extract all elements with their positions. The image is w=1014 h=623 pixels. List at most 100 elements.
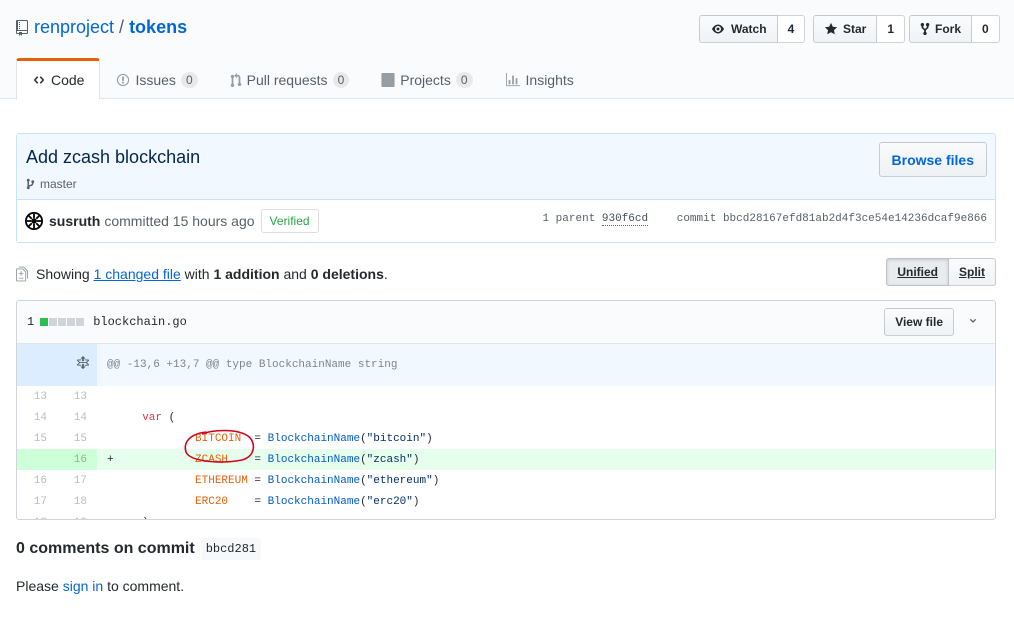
graph-icon	[505, 72, 520, 86]
unified-button[interactable]: Unified	[886, 258, 949, 286]
code-cell: var (	[119, 407, 995, 428]
tab-projects-label: Projects	[400, 71, 451, 88]
changed-files-link[interactable]: 1 changed file	[94, 266, 181, 282]
to-comment-text: to comment.	[107, 578, 185, 594]
code-identifier: ZCASH	[195, 453, 229, 466]
tab-pull-requests[interactable]: Pull requests 0	[214, 58, 366, 99]
tab-pull-requests-label: Pull requests	[246, 71, 328, 88]
author-link[interactable]: susruth	[49, 213, 100, 229]
code-type: BlockchainName	[267, 453, 361, 466]
new-line-number[interactable]: 13	[57, 386, 97, 407]
new-line-number[interactable]: 18	[57, 491, 97, 512]
commit-label: commit	[676, 213, 717, 225]
parent-label: 1 parent	[542, 213, 596, 225]
star-button[interactable]: Star	[813, 15, 878, 43]
author-avatar[interactable]	[25, 212, 43, 230]
file-diff-icon	[16, 266, 28, 282]
watch-count[interactable]: 4	[777, 15, 806, 43]
committed-time: committed 15 hours ago	[104, 213, 255, 229]
code-text: (	[162, 411, 176, 424]
star-label: Star	[843, 22, 867, 36]
new-line-number[interactable]: 15	[57, 428, 97, 449]
code-string: "zcash"	[366, 453, 413, 466]
file-name-link[interactable]: blockchain.go	[93, 315, 187, 329]
hunk-row: @@ -13,6 +13,7 @@ type BlockchainName st…	[17, 344, 995, 386]
watch-button[interactable]: Watch	[699, 15, 778, 43]
code-paren-open: (	[360, 432, 367, 445]
parent-sha-link[interactable]: 930f6cd	[601, 213, 649, 226]
eye-icon	[712, 24, 724, 34]
commit-header: Add zcash blockchain master Browse files	[17, 134, 995, 200]
expand-lines-button[interactable]	[17, 344, 97, 386]
diff-line: 14 14 var (	[17, 407, 995, 428]
diff-line: 16 17 ETHEREUM = BlockchainName("ethereum…	[17, 470, 995, 491]
code-paren-close: )	[412, 453, 420, 466]
code-assign: =	[228, 453, 268, 466]
new-line-number[interactable]: 16	[57, 449, 97, 470]
short-sha-badge: bbcd281	[200, 538, 262, 560]
tab-issues[interactable]: Issues 0	[100, 58, 213, 99]
pull-request-icon	[230, 72, 241, 87]
code-identifier: ERC20	[195, 495, 229, 508]
commit-box: Add zcash blockchain master Browse files…	[16, 133, 996, 243]
diff-line-added: 16 + ZCASH = BlockchainName("zcash")	[17, 449, 995, 470]
commit-sha-block: 1 parent 930f6cd commit bbcd28167efd81ab…	[542, 213, 987, 226]
diff-table: @@ -13,6 +13,7 @@ type BlockchainName st…	[17, 344, 995, 520]
tab-code-label: Code	[51, 72, 85, 88]
old-line-number[interactable]: 15	[17, 428, 57, 449]
diff-sign	[97, 407, 119, 428]
old-line-number[interactable]: 14	[17, 407, 57, 428]
code-keyword: var	[142, 411, 163, 424]
please-text: Please	[16, 578, 59, 594]
watch-label: Watch	[731, 22, 767, 36]
code-icon	[33, 76, 45, 84]
chevron-down-icon[interactable]	[967, 316, 979, 326]
additions-count: 1 addition	[213, 266, 280, 282]
view-file-button[interactable]: View file	[884, 308, 954, 336]
deletions-count: 0 deletions	[310, 266, 384, 282]
new-line-number[interactable]: 14	[57, 407, 97, 428]
new-line-number[interactable]: 19	[57, 512, 97, 520]
code-type: BlockchainName	[267, 432, 361, 445]
tab-projects[interactable]: Projects 0	[365, 58, 488, 99]
verified-badge[interactable]: Verified	[260, 209, 319, 233]
diffstat-add-block	[40, 318, 49, 326]
comments-heading: 0 comments on commit bbcd281	[16, 538, 262, 560]
new-line-number[interactable]: 17	[57, 470, 97, 491]
diff-summary: Showing 1 changed file with 1 addition a…	[16, 258, 996, 288]
fork-group: Fork 0	[909, 15, 1000, 43]
code-cell: ERC20 = BlockchainName("erc20")	[119, 491, 995, 512]
fork-button[interactable]: Fork	[909, 15, 973, 43]
commit-meta: susruth committed 15 hours ago Verified …	[17, 200, 995, 242]
browse-files-button[interactable]: Browse files	[878, 142, 987, 177]
showing-text: Showing	[36, 266, 90, 282]
old-line-number[interactable]	[17, 449, 57, 470]
branch-label: master	[26, 177, 77, 191]
repo-owner-link[interactable]: renproject	[34, 17, 114, 38]
branch-link[interactable]: master	[40, 177, 77, 191]
fork-icon	[920, 22, 930, 36]
with-text: with	[184, 266, 210, 282]
repo-header: renproject / tokens Watch 4 Star 1 Fork …	[0, 0, 1014, 100]
tab-insights[interactable]: Insights	[489, 58, 590, 99]
old-line-number[interactable]: 17	[17, 491, 57, 512]
split-button[interactable]: Split	[949, 258, 996, 286]
old-line-number[interactable]: 13	[17, 386, 57, 407]
fork-count[interactable]: 0	[972, 15, 1000, 43]
git-branch-icon	[26, 178, 35, 190]
sign-in-link[interactable]: sign in	[63, 578, 103, 594]
file-diff: 1 blockchain.go View file @@ -13,6 +13,7…	[16, 300, 996, 520]
old-line-number[interactable]: 18	[17, 512, 57, 520]
old-line-number[interactable]: 16	[17, 470, 57, 491]
repo-title: renproject / tokens	[16, 17, 187, 38]
diff-line: 17 18 ERC20 = BlockchainName("erc20")	[17, 491, 995, 512]
star-count[interactable]: 1	[877, 15, 906, 43]
code-type: BlockchainName	[267, 495, 361, 508]
repo-name-link[interactable]: tokens	[129, 17, 187, 38]
tab-code[interactable]: Code	[16, 58, 101, 100]
code-cell: ZCASH = BlockchainName("zcash")	[119, 449, 995, 470]
file-header: 1 blockchain.go View file	[17, 301, 995, 344]
diff-sign: +	[97, 449, 119, 470]
